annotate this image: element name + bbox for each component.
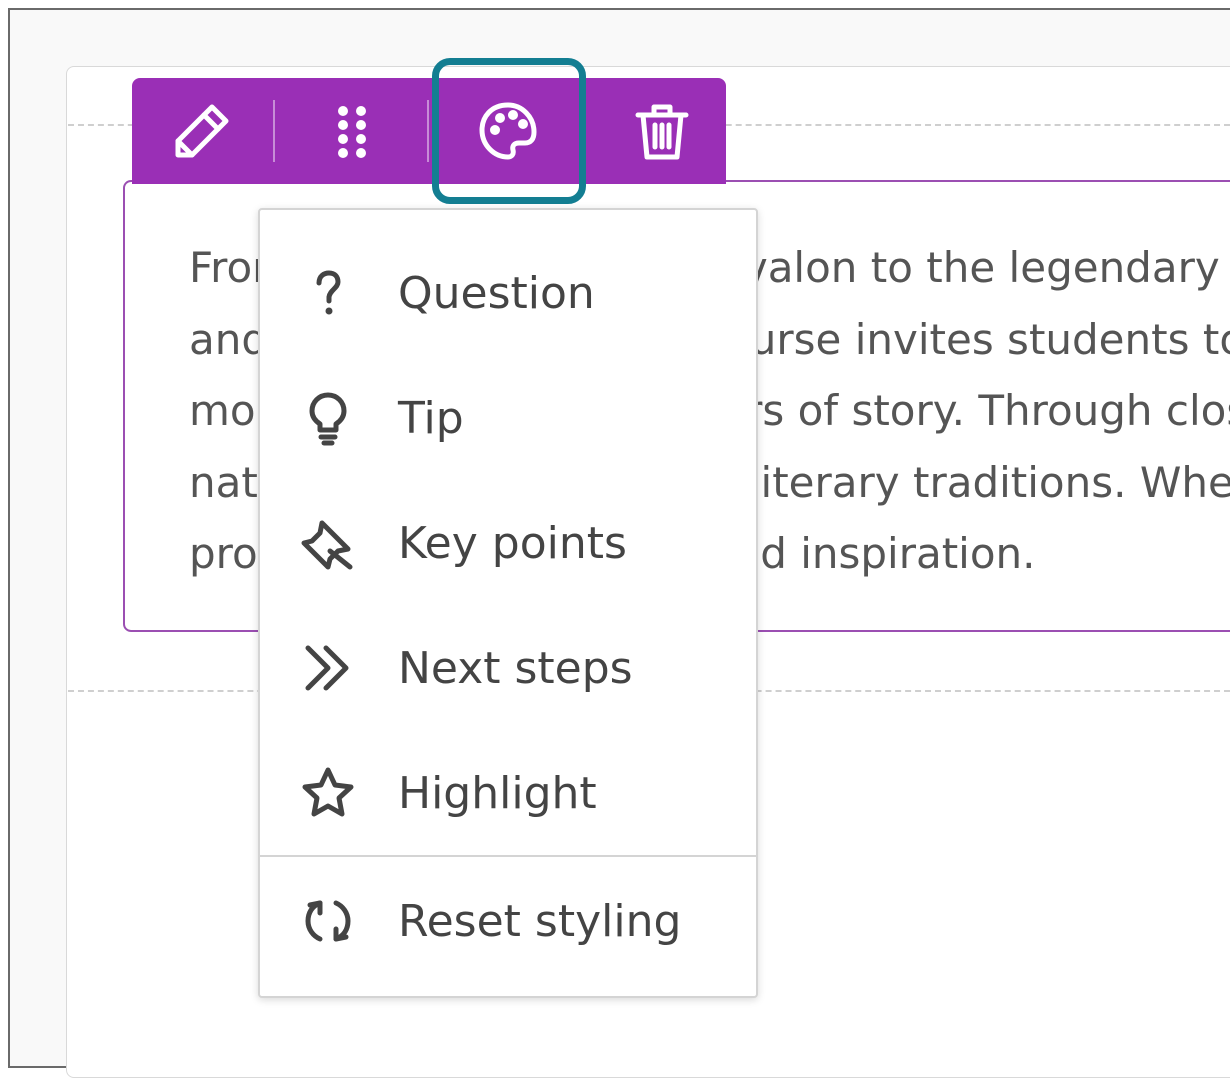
- menu-item-label: Reset styling: [398, 895, 682, 947]
- toolbar-separator: [273, 100, 275, 162]
- double-chevron-icon: [300, 640, 356, 696]
- star-icon: [300, 765, 356, 821]
- menu-item-next-steps[interactable]: Next steps: [260, 613, 756, 723]
- palette-icon: [479, 102, 537, 160]
- menu-item-label: Question: [398, 267, 595, 319]
- menu-item-reset-styling[interactable]: Reset styling: [260, 866, 756, 976]
- toolbar-separator: [427, 100, 429, 162]
- style-button[interactable]: [458, 78, 558, 184]
- question-icon: [300, 265, 356, 321]
- lightbulb-icon: [300, 390, 356, 446]
- menu-item-highlight[interactable]: Highlight: [260, 738, 756, 848]
- drag-dots-icon: [338, 106, 366, 158]
- pin-icon: [300, 515, 356, 571]
- style-menu: Question Tip Key points Next steps Highl…: [258, 208, 758, 998]
- pencil-icon: [175, 104, 229, 158]
- menu-item-label: Highlight: [398, 767, 597, 819]
- menu-item-key-points[interactable]: Key points: [260, 488, 756, 598]
- menu-item-label: Key points: [398, 517, 627, 569]
- menu-item-tip[interactable]: Tip: [260, 363, 756, 473]
- menu-item-question[interactable]: Question: [260, 238, 756, 348]
- trash-icon: [635, 104, 689, 160]
- menu-item-label: Tip: [398, 392, 464, 444]
- block-toolbar: [132, 78, 726, 184]
- edit-button[interactable]: [152, 78, 252, 184]
- menu-divider: [260, 855, 756, 857]
- refresh-icon: [300, 893, 356, 949]
- menu-item-label: Next steps: [398, 642, 633, 694]
- delete-button[interactable]: [612, 78, 712, 184]
- drag-handle[interactable]: [302, 78, 402, 184]
